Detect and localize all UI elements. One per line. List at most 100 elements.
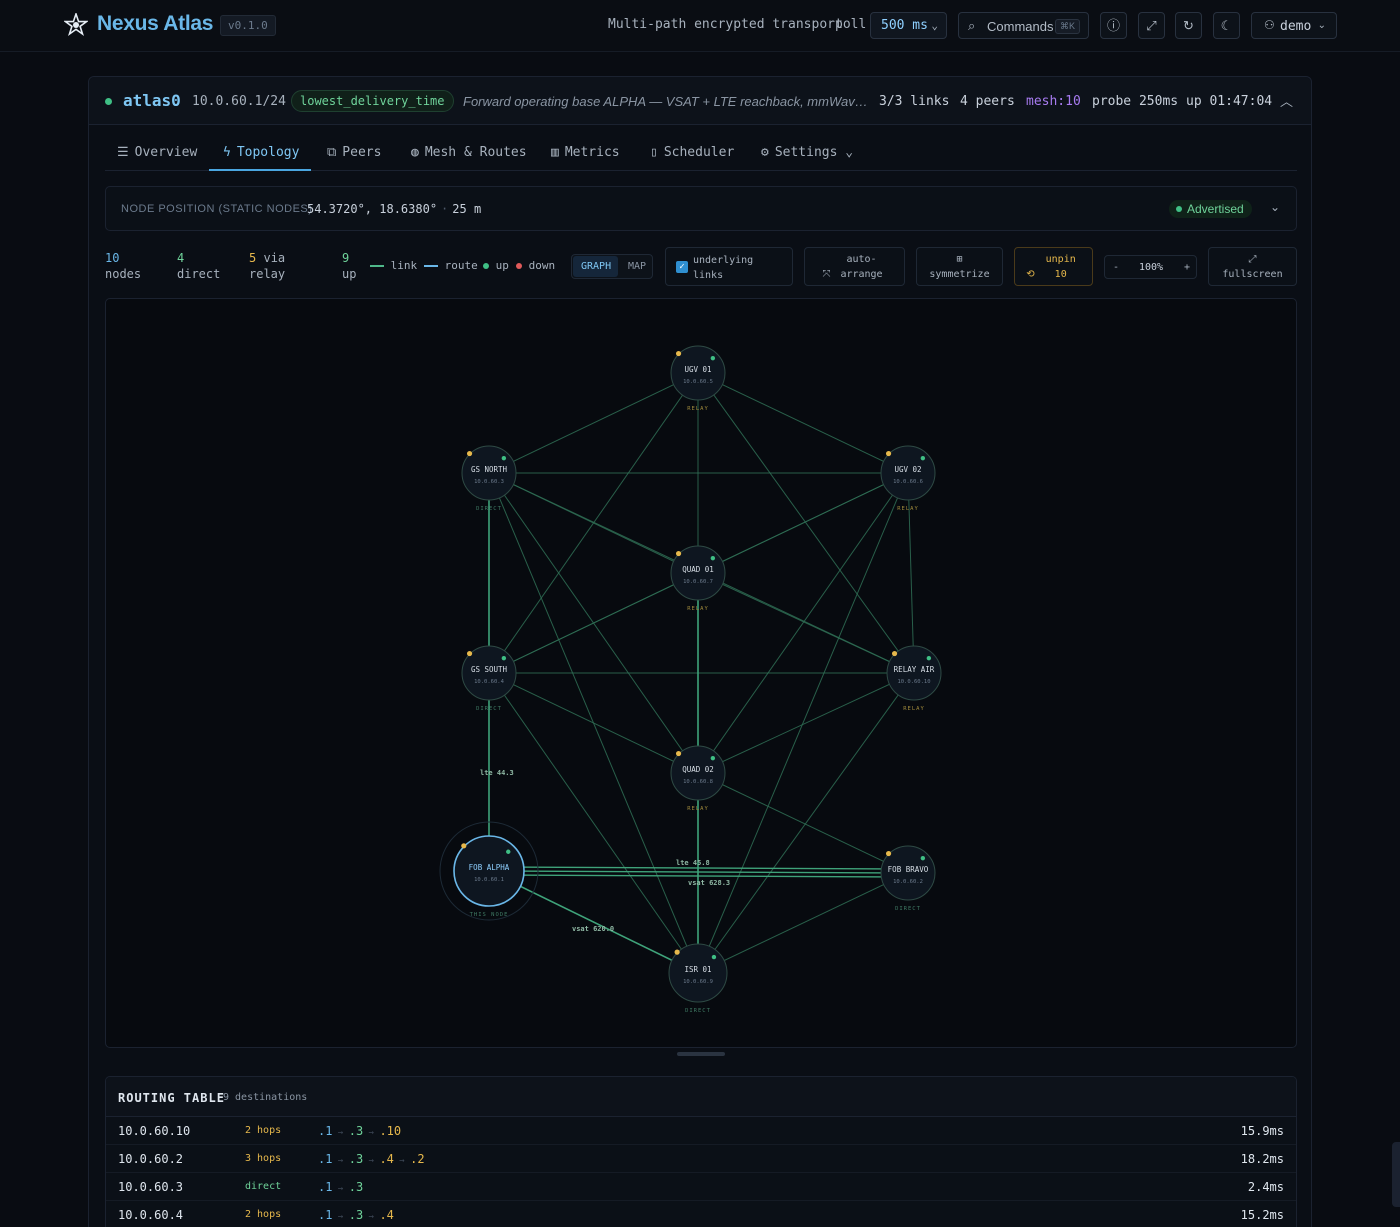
edge-label-lte-mid: lte 45.8 [676,859,710,867]
node-ip: 10.0.60.5 [683,379,713,385]
theme-button[interactable]: ☾ [1213,12,1240,39]
tab-peers[interactable]: ⧉ Peers [327,137,381,171]
table-row[interactable]: 10.0.60.10 2 hops .1 → .3 → .10 15.9ms [106,1117,1296,1145]
node-status-dot [920,855,926,861]
resize-handle[interactable] [677,1052,725,1056]
stat-number: 9 [342,251,350,265]
path-hop: .4 [379,1208,394,1222]
tab-overview[interactable]: ☰ Overview [117,137,197,171]
graph-view-button[interactable]: GRAPH [573,256,618,277]
interface-name: atlas0 [123,91,181,110]
zoom-in-button[interactable]: + [1184,262,1190,273]
commands-label: Commands [987,19,1054,34]
node-name: GS NORTH [471,465,508,474]
tab-settings[interactable]: ⚙ Settings ⌄ [761,137,853,171]
link-edge [697,672,915,774]
table-row[interactable]: 10.0.60.4 2 hops .1 → .3 → .4 15.2ms [106,1201,1296,1227]
coordinates: 54.3720°, 18.6380° [307,202,438,216]
link-edge [488,672,699,774]
stat-number: 4 [177,251,185,265]
node-role: DIRECT [895,906,921,912]
expand-icon: ⤢ [1146,18,1157,33]
info-icon: ⓘ [1106,18,1120,33]
node-status-dot [710,355,716,361]
zoom-out-button[interactable]: - [1113,262,1119,273]
symmetrize-button[interactable]: ⊞ symmetrize [916,247,1003,286]
scrollbar-thumb[interactable] [1392,1142,1400,1207]
table-row[interactable]: 10.0.60.3 direct .1 → .3 2.4ms [106,1173,1296,1201]
info-button[interactable]: ⓘ [1100,12,1127,39]
user-menu[interactable]: ⚇ demo ⌄ [1251,12,1337,39]
node-ip: 10.0.60.9 [683,979,713,985]
unpin-button[interactable]: ⟲ unpin 10 [1014,247,1093,286]
link-edge [488,572,699,674]
expand-button[interactable]: ⤢ [1138,12,1165,39]
topology-graph[interactable]: lte 44.3 lte 45.8 vsat 628.3 vsat 620.0 UGV … [106,299,1296,1047]
legend-label: link [390,259,418,272]
node-name: RELAY AIR [894,665,935,674]
topology-canvas[interactable]: lte 44.3 lte 45.8 vsat 628.3 vsat 620.0 UGV … [105,298,1297,1048]
mesh-count: mesh:10 [1026,94,1081,109]
node-pin-dot [466,650,473,657]
node-role: RELAY [897,506,919,512]
legend-dot [483,263,489,269]
node-ip: 10.0.60.2 [893,879,923,885]
poll-select[interactable]: 500 ms ⌄ [870,12,947,39]
node-pin-dot [885,450,892,457]
tab-metrics[interactable]: ▥ Metrics [551,137,620,171]
route-path: .1 → .3 → .10 [318,1124,401,1138]
chevron-down-icon: ⌄ [845,145,854,160]
hop-count: direct [245,1181,282,1192]
path-hop: .1 [318,1180,333,1194]
node-pin-dot [675,350,682,357]
refresh-button[interactable]: ↻ [1175,12,1202,39]
shortcut-badge: ⌘K [1054,19,1080,34]
link-edge [697,672,915,974]
tab-scheduler[interactable]: ▯ Scheduler [650,137,734,171]
tab-mesh-routes[interactable]: ◍ Mesh & Routes [411,137,527,171]
map-view-button[interactable]: MAP [628,261,646,272]
node-name: UGV 01 [684,365,711,374]
altitude: 25 m [452,202,482,216]
node-ip: 10.0.60.10 [897,679,930,685]
poll-label: poll [835,17,867,32]
tab-label: Metrics [564,145,620,160]
node-status-dot [926,655,932,661]
tab-label: Overview [134,145,198,160]
legend-dot [516,263,522,269]
route-path: .1 → .3 → .4 [318,1208,394,1222]
logo-star-icon [64,13,88,37]
network-icon: ⧉ [327,145,337,160]
path-hop: .3 [348,1152,364,1166]
route-path: .1 → .3 → .4 → .2 [318,1152,425,1166]
route-path: .1 → .3 [318,1180,363,1194]
link-edge [697,872,909,974]
node-ip: 10.0.60.6 [893,479,923,485]
fullscreen-button[interactable]: ⤢ fullscreen [1208,247,1297,286]
arrow-icon: → [363,1156,380,1166]
auto-arrange-button[interactable]: ⤧ auto-arrange [804,247,905,286]
legend-up: up [483,259,509,272]
destination-count: 9 destinations [223,1092,308,1103]
node-pin-dot [675,750,682,757]
route-latency: 18.2ms [1240,1152,1284,1166]
table-row[interactable]: 10.0.60.2 3 hops .1 → .3 → .4 → .2 18.2ms [106,1145,1296,1173]
underlying-links-toggle[interactable]: ✓ underlying links [665,247,793,286]
links-count: 3/3 links [879,94,950,109]
uptime: up 01:47:04 [1186,94,1273,109]
moon-icon: ☾ [1220,18,1233,33]
arrow-icon: → [332,1156,349,1166]
node-ip: 10.0.60.1 [474,877,504,883]
stat-up: 9 up [342,250,356,282]
tab-topology[interactable]: ϟ Topology [209,137,312,171]
top-bar: Nexus Atlas v0.1.0 Multi-path encrypted … [0,0,1400,52]
commands-button[interactable]: ⌕ Commands ⌘K [958,12,1089,39]
path-hop: .4 [379,1152,394,1166]
arrange-icon: ⤧ [822,269,831,280]
interface-header[interactable]: atlas0 10.0.60.1/24 lowest_delivery_time… [89,77,1311,125]
route-edge [488,874,909,878]
chevron-down-icon[interactable]: ⌄ [1270,200,1280,214]
path-hop: .3 [348,1208,364,1222]
chevron-up-icon[interactable]: ︿ [1280,91,1293,110]
legend-swatch [370,265,384,267]
